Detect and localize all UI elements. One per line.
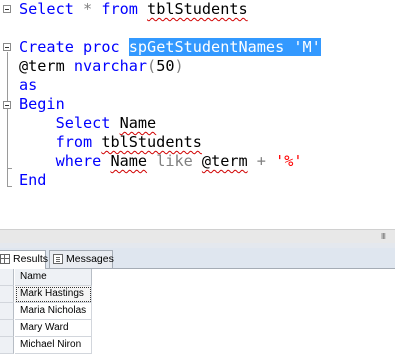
grid-icon [0, 254, 10, 264]
message-icon [53, 254, 63, 264]
outline-end-tick [7, 168, 12, 169]
results-pane: Results Messages Name Mark Hastings Mari… [0, 248, 395, 359]
code-line-4: @term nvarchar(50) [19, 57, 184, 75]
outline-gutter [0, 0, 14, 229]
outline-end-tick [7, 186, 12, 187]
table-cell[interactable]: Michael Niron [15, 337, 92, 354]
row-header[interactable] [0, 320, 14, 337]
outline-line [7, 52, 8, 187]
collapse-toggle-icon[interactable] [3, 43, 11, 51]
tab-messages-label: Messages [66, 253, 114, 265]
query-editor[interactable]: Select * from tblStudents Create proc sp… [0, 0, 395, 229]
code-line-6: Begin [19, 95, 65, 113]
collapse-toggle-icon[interactable] [3, 101, 11, 109]
code-line-7: Select Name [55, 114, 157, 132]
code-line-8: from tblStudents [55, 133, 202, 151]
tab-results-label: Results [13, 253, 49, 265]
tab-results[interactable]: Results [0, 250, 49, 269]
code-line-5: as [19, 76, 38, 94]
code-line-9: where Name like @term + '%' [55, 152, 303, 170]
collapse-toggle-icon[interactable] [3, 5, 11, 13]
row-header[interactable] [0, 286, 14, 303]
code-line-1: Select * from tblStudents [19, 0, 248, 18]
tab-messages[interactable]: Messages [49, 250, 114, 268]
code-line-3: Create proc spGetStudentNames 'M' [19, 38, 321, 56]
column-header-name[interactable]: Name [15, 269, 92, 286]
table-cell[interactable]: Mary Ward [15, 320, 92, 337]
row-header[interactable] [0, 303, 14, 320]
code-line-10: End [19, 171, 47, 189]
horizontal-scrollbar[interactable]: III [0, 229, 395, 243]
row-header[interactable] [0, 337, 14, 354]
scrollbar-grip-icon[interactable]: III [381, 232, 386, 241]
selected-text: spGetStudentNames 'M' [128, 38, 321, 56]
results-tab-strip: Results Messages [0, 248, 395, 269]
corner-cell[interactable] [0, 269, 14, 286]
